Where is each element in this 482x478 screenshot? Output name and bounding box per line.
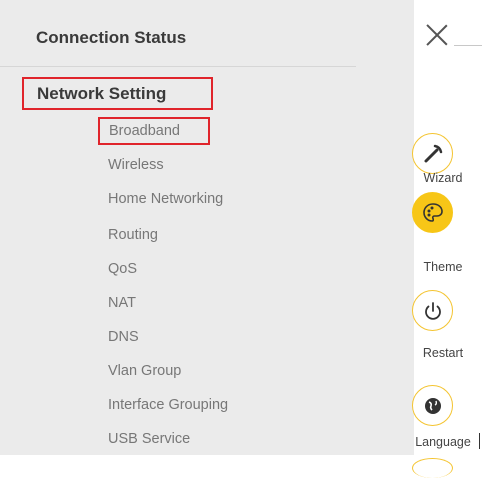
palette-icon — [412, 192, 453, 233]
settings-menu-panel — [0, 0, 414, 455]
menu-network-setting[interactable]: Network Setting — [22, 77, 213, 110]
submenu-item-vlan-group[interactable]: Vlan Group — [108, 363, 181, 379]
header-underline — [454, 45, 482, 46]
submenu-item-home-networking[interactable]: Home Networking — [108, 191, 223, 207]
toolbar-wizard-label: Wizard — [423, 171, 463, 185]
submenu-item-label: Broadband — [109, 123, 180, 139]
submenu-item-qos[interactable]: QoS — [108, 261, 137, 277]
submenu-item-routing[interactable]: Routing — [108, 227, 158, 243]
submenu-item-wireless[interactable]: Wireless — [108, 157, 164, 173]
wizard-wand-icon — [412, 133, 453, 174]
globe-icon — [412, 385, 453, 426]
menu-network-setting-label: Network Setting — [37, 83, 167, 103]
close-icon[interactable] — [426, 24, 448, 46]
panel-footer — [0, 455, 414, 468]
submenu-item-broadband[interactable]: Broadband — [98, 117, 210, 145]
toolbar-theme-label: Theme — [423, 260, 463, 274]
submenu-item-dns[interactable]: DNS — [108, 329, 139, 345]
menu-divider — [0, 66, 356, 67]
toolbar-restart-label: Restart — [422, 346, 464, 360]
toolbar-next-icon-partial — [412, 458, 453, 478]
submenu-item-interface-grouping[interactable]: Interface Grouping — [108, 397, 228, 413]
submenu-item-nat[interactable]: NAT — [108, 295, 136, 311]
submenu-item-usb-service[interactable]: USB Service — [108, 431, 190, 447]
toolbar-language-label: Language — [415, 435, 471, 449]
text-cursor — [479, 433, 480, 449]
menu-connection-status[interactable]: Connection Status — [36, 28, 186, 48]
power-icon — [412, 290, 453, 331]
